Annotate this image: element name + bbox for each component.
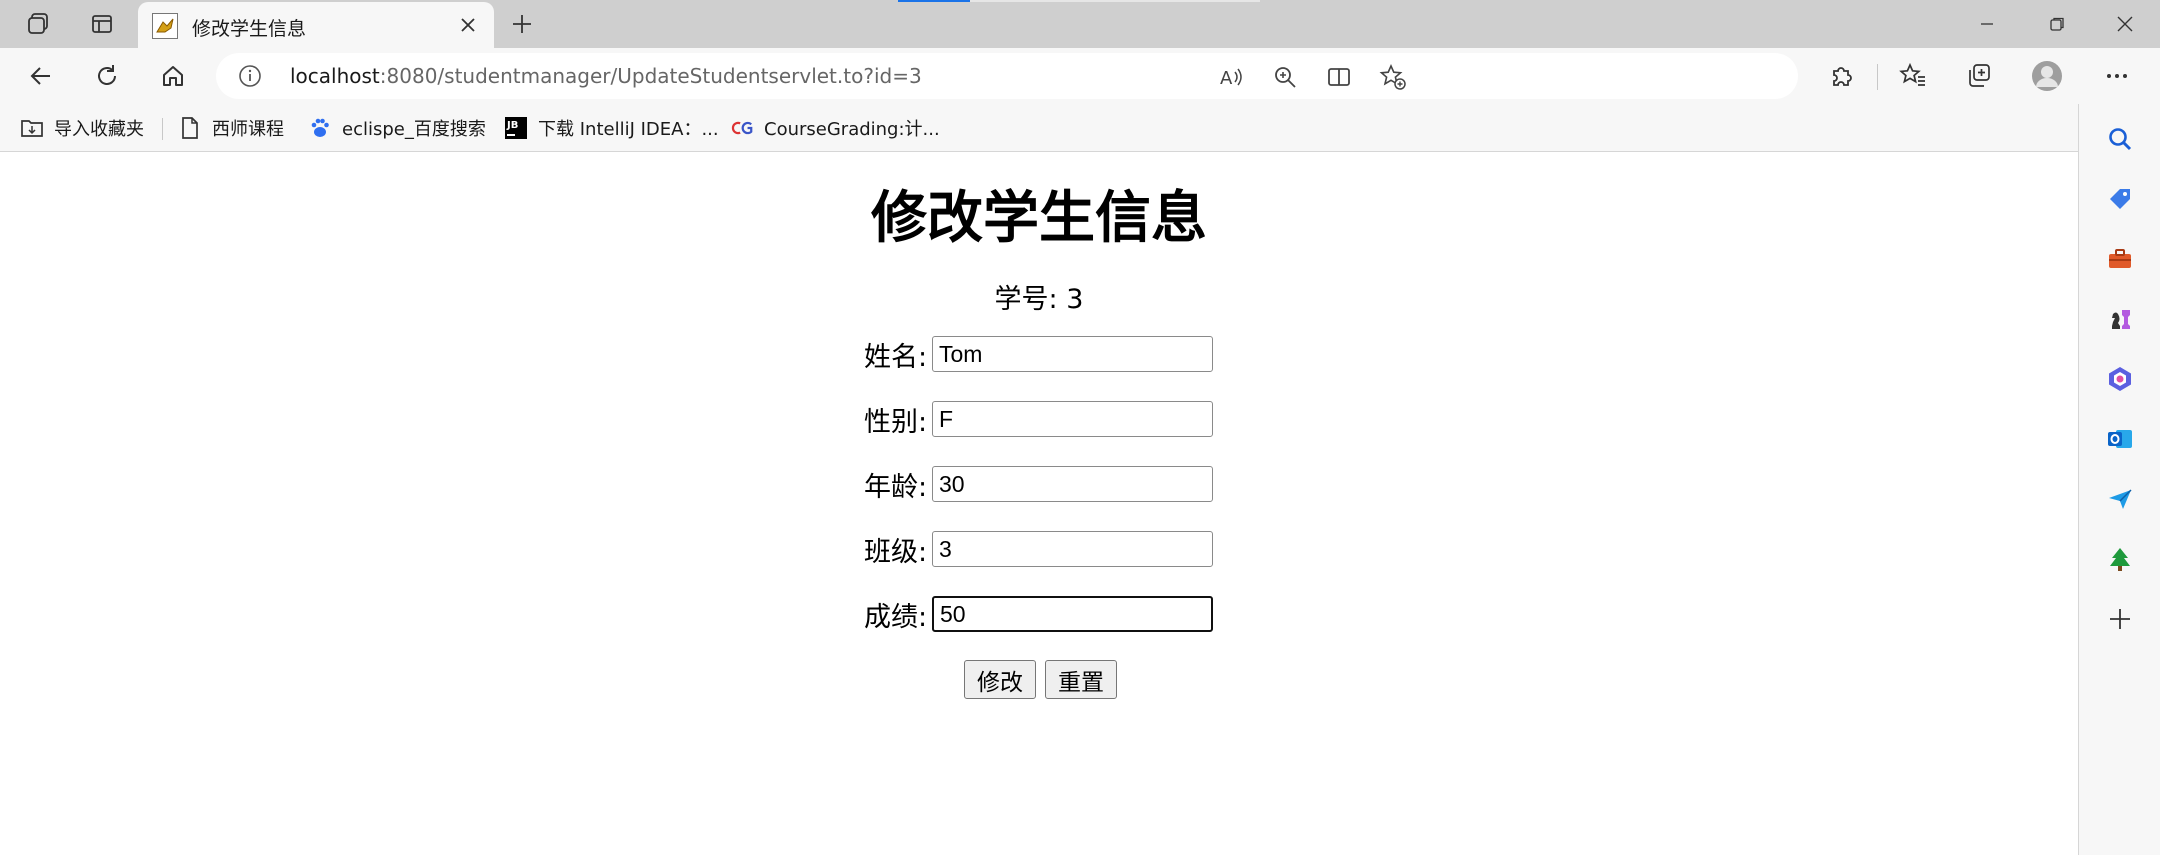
- url-text[interactable]: localhost:8080/studentmanager/UpdateStud…: [290, 64, 922, 88]
- student-id-label: 学号:: [994, 284, 1058, 315]
- tag-icon[interactable]: [2103, 182, 2137, 216]
- tree-icon[interactable]: [2103, 542, 2137, 576]
- class-label: 班级:: [864, 536, 928, 568]
- age-input[interactable]: [932, 466, 1213, 502]
- name-label: 姓名:: [864, 341, 928, 373]
- refresh-icon[interactable]: [90, 59, 124, 93]
- bookmark-separator: [162, 118, 163, 140]
- vertical-tabs-icon[interactable]: [86, 8, 118, 40]
- address-bar[interactable]: localhost:8080/studentmanager/UpdateStud…: [216, 53, 1798, 99]
- workspaces-icon[interactable]: [22, 8, 54, 40]
- student-id: 学号: 3: [0, 277, 2078, 316]
- bookmark-import[interactable]: 导入收藏夹: [20, 113, 144, 143]
- back-icon[interactable]: [24, 59, 58, 93]
- gender-label: 性别:: [864, 406, 928, 438]
- toolbar-separator: [1877, 64, 1878, 90]
- name-input[interactable]: [932, 336, 1213, 372]
- form-buttons: 修改 重置: [964, 660, 1117, 699]
- send-icon[interactable]: [2103, 482, 2137, 516]
- toolbox-icon[interactable]: [2103, 242, 2137, 276]
- chess-icon[interactable]: [2103, 302, 2137, 336]
- outlook-icon[interactable]: [2103, 422, 2137, 456]
- bookmark-label: 西师课程: [212, 119, 284, 140]
- svg-text:A: A: [1220, 68, 1233, 89]
- favorites-icon[interactable]: [1896, 59, 1930, 93]
- bookmark-label: 下载 IntelliJ IDEA：...: [538, 119, 719, 140]
- age-label: 年龄:: [864, 471, 928, 503]
- copilot-icon[interactable]: [2103, 362, 2137, 396]
- bookmark-label: eclispe_百度搜索: [342, 119, 486, 140]
- reset-button[interactable]: 重置: [1045, 660, 1117, 699]
- edge-sidebar: [2078, 104, 2160, 855]
- collections-icon[interactable]: [1962, 59, 1996, 93]
- more-options-icon[interactable]: [2100, 59, 2134, 93]
- close-tab-icon[interactable]: [454, 11, 482, 39]
- minimize-icon[interactable]: [1954, 0, 2020, 48]
- site-info-icon[interactable]: [238, 64, 262, 88]
- submit-button[interactable]: 修改: [964, 660, 1036, 699]
- bookmark-intellij[interactable]: JB 下载 IntelliJ IDEA：...: [504, 113, 719, 143]
- name-row: 姓名:: [864, 334, 1213, 374]
- score-row: 成绩:: [864, 594, 1213, 634]
- search-icon[interactable]: [2103, 122, 2137, 156]
- add-icon[interactable]: [2103, 602, 2137, 636]
- age-row: 年龄:: [864, 464, 1213, 504]
- import-folder-icon: [20, 116, 44, 140]
- bookmark-coursegrading[interactable]: CourseGrading:计...: [730, 113, 940, 143]
- bookmark-label: CourseGrading:计...: [764, 119, 940, 140]
- tab-active[interactable]: 修改学生信息: [138, 2, 494, 48]
- zoom-icon[interactable]: [1270, 62, 1300, 92]
- score-input[interactable]: [932, 596, 1213, 632]
- add-favorite-icon[interactable]: [1378, 62, 1408, 92]
- navigation-bar: localhost:8080/studentmanager/UpdateStud…: [0, 48, 2160, 104]
- class-row: 班级:: [864, 529, 1213, 569]
- new-tab-icon[interactable]: [506, 8, 538, 40]
- split-screen-icon[interactable]: [1324, 62, 1354, 92]
- student-id-value: 3: [1066, 284, 1084, 315]
- page-title: 修改学生信息: [871, 186, 1207, 251]
- url-path: :8080/studentmanager/UpdateStudentservle…: [379, 64, 922, 88]
- tab-title: 修改学生信息: [192, 18, 307, 40]
- jetbrains-icon: JB: [504, 116, 528, 140]
- loading-indicator: [898, 0, 970, 2]
- gender-input[interactable]: [932, 401, 1213, 437]
- bookmark-label: 导入收藏夹: [54, 119, 144, 140]
- page-icon: [178, 116, 202, 140]
- read-aloud-icon[interactable]: A: [1216, 62, 1246, 92]
- tab-strip: 修改学生信息: [0, 0, 2160, 48]
- score-label: 成绩:: [864, 601, 928, 633]
- tomcat-favicon-icon: [152, 13, 178, 39]
- extensions-icon[interactable]: [1824, 59, 1858, 93]
- baidu-paw-icon: [308, 116, 332, 140]
- loading-track: [970, 0, 1260, 2]
- page-viewport: 修改学生信息 学号: 3 姓名: 性别: 年龄: 班级: 成绩: 修改 重置: [0, 153, 2078, 855]
- bookmarks-bar: 导入收藏夹 西师课程 eclispe_百度搜索 JB 下载 IntelliJ I…: [0, 104, 2078, 152]
- gender-row: 性别:: [864, 399, 1213, 439]
- url-host: localhost: [290, 64, 380, 88]
- restore-icon[interactable]: [2024, 0, 2090, 48]
- bookmark-baidu[interactable]: eclispe_百度搜索: [308, 113, 486, 143]
- bookmark-xishi[interactable]: 西师课程: [178, 113, 284, 143]
- svg-text:JB: JB: [506, 120, 518, 131]
- coursegrading-icon: [730, 116, 754, 140]
- class-input[interactable]: [932, 531, 1213, 567]
- home-icon[interactable]: [156, 59, 190, 93]
- profile-avatar-icon[interactable]: [2030, 59, 2064, 93]
- close-window-icon[interactable]: [2092, 0, 2158, 48]
